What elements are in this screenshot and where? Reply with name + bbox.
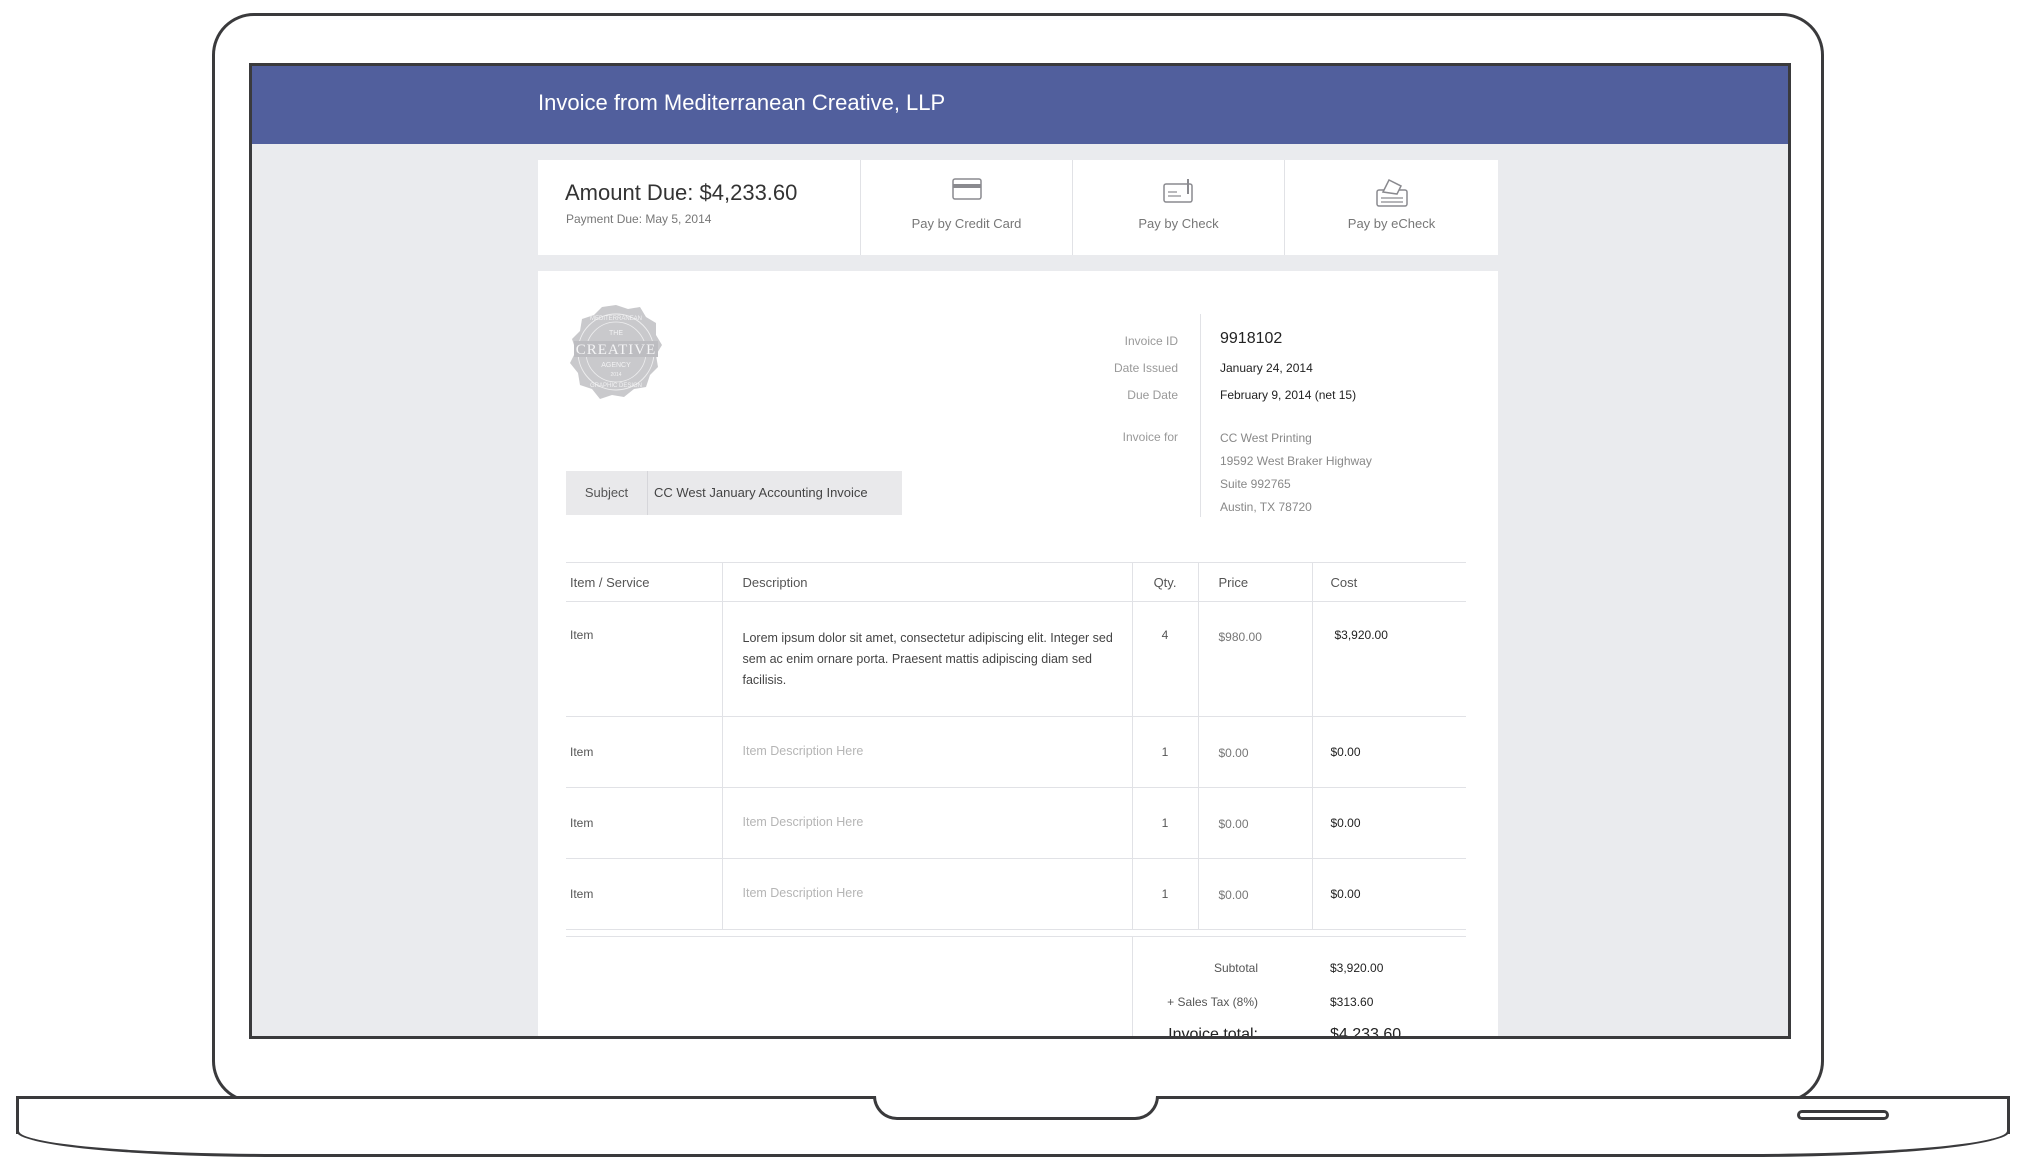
sales-tax-value: $313.60 <box>1330 995 1374 1009</box>
laptop-screen: Invoice from Mediterranean Creative, LLP… <box>249 63 1791 1039</box>
description-cell[interactable]: Item Description Here <box>721 716 1132 788</box>
description-cell[interactable]: Item Description Here <box>721 858 1132 930</box>
pay-credit-card-button[interactable]: Pay by Credit Card <box>861 160 1073 255</box>
description-cell[interactable]: Lorem ipsum dolor sit amet, consectetur … <box>721 601 1132 717</box>
cost-cell: $3,920.00 <box>1311 601 1466 717</box>
line-items-table: Item / Service Description Qty. Price Co… <box>566 562 1466 930</box>
check-icon <box>1162 178 1195 209</box>
cost-cell: $0.00 <box>1311 716 1466 788</box>
col-item-header: Item / Service <box>566 562 722 602</box>
item-cell[interactable]: Item <box>566 716 722 788</box>
cost-cell: $0.00 <box>1311 858 1466 930</box>
date-issued: January 24, 2014 <box>1220 361 1313 375</box>
due-date: February 9, 2014 (net 15) <box>1220 388 1357 402</box>
due-date-label: Due Date <box>1127 388 1178 402</box>
invoice-total-label: Invoice total: <box>1168 1026 1258 1039</box>
credit-card-icon <box>951 178 982 205</box>
pay-credit-card-label: Pay by Credit Card <box>911 216 1022 231</box>
subject-value: CC West January Accounting Invoice <box>654 485 868 500</box>
qty-cell[interactable]: 1 <box>1131 858 1198 930</box>
price-cell[interactable]: $980.00 <box>1197 601 1312 717</box>
logo-text-bottom: GRAPHIC DESIGN <box>590 383 642 389</box>
payment-due-date: Payment Due: May 5, 2014 <box>566 212 712 226</box>
client-street: 19592 West Braker Highway <box>1220 454 1372 468</box>
invoice-id: 9918102 <box>1220 330 1283 347</box>
logo-text-the: THE <box>609 330 623 337</box>
subject-label: Subject <box>566 471 648 515</box>
echeck-icon <box>1375 178 1409 213</box>
laptop-notch <box>873 1096 1159 1120</box>
price-cell[interactable]: $0.00 <box>1197 858 1312 930</box>
company-logo: MEDITERRANEAN THE CREATIVE AGENCY 2014 G… <box>568 303 664 408</box>
price-cell[interactable]: $0.00 <box>1197 787 1312 859</box>
logo-text-year: 2014 <box>610 372 621 378</box>
page-title: Invoice from Mediterranean Creative, LLP <box>538 90 946 115</box>
pay-check-button[interactable]: Pay by Check <box>1073 160 1285 255</box>
qty-cell[interactable]: 1 <box>1131 716 1198 788</box>
invoice-total-value: $4,233.60 <box>1330 1026 1402 1039</box>
table-row: Item Item Description Here 1 $0.00 $0.00 <box>566 716 1466 788</box>
qty-cell[interactable]: 4 <box>1131 601 1198 717</box>
amount-due-panel: Amount Due: $4,233.60 Payment Due: May 5… <box>538 160 861 255</box>
pay-echeck-button[interactable]: Pay by eCheck <box>1285 160 1498 255</box>
amount-due: Amount Due: $4,233.60 <box>565 180 798 205</box>
logo-text-creative: CREATIVE <box>576 342 657 358</box>
subtotal-value: $3,920.00 <box>1330 961 1384 975</box>
client-name: CC West Printing <box>1220 431 1312 445</box>
table-header-row: Item / Service Description Qty. Price Co… <box>566 562 1466 602</box>
table-row: Item Item Description Here 1 $0.00 $0.00 <box>566 858 1466 930</box>
date-issued-label: Date Issued <box>1113 361 1178 375</box>
payment-bar: Amount Due: $4,233.60 Payment Due: May 5… <box>538 160 1498 255</box>
description-cell[interactable]: Item Description Here <box>721 787 1132 859</box>
sales-tax-label: + Sales Tax (8%) <box>1167 995 1258 1009</box>
item-cell[interactable]: Item <box>566 858 722 930</box>
table-row: Item Lorem ipsum dolor sit amet, consect… <box>566 601 1466 717</box>
col-description-header: Description <box>721 562 1132 602</box>
logo-text-agency: AGENCY <box>601 362 631 369</box>
col-cost-header: Cost <box>1311 562 1466 602</box>
header-bar: Invoice from Mediterranean Creative, LLP <box>252 66 1788 144</box>
item-cell[interactable]: Item <box>566 787 722 859</box>
totals-separator <box>566 936 1466 937</box>
client-suite: Suite 992765 <box>1220 477 1291 491</box>
col-qty-header: Qty. <box>1131 562 1198 602</box>
qty-cell[interactable]: 1 <box>1131 787 1198 859</box>
client-city: Austin, TX 78720 <box>1220 500 1312 514</box>
invoice-card: MEDITERRANEAN THE CREATIVE AGENCY 2014 G… <box>538 271 1498 1039</box>
subtotal-label: Subtotal <box>1213 961 1258 975</box>
logo-text-top: MEDITERRANEAN <box>590 316 642 322</box>
table-row: Item Item Description Here 1 $0.00 $0.00 <box>566 787 1466 859</box>
cost-cell: $0.00 <box>1311 787 1466 859</box>
price-cell[interactable]: $0.00 <box>1197 716 1312 788</box>
col-price-header: Price <box>1197 562 1312 602</box>
invoice-id-label: Invoice ID <box>1124 334 1178 348</box>
meta-divider <box>1200 314 1201 517</box>
item-cell[interactable]: Item <box>566 601 722 717</box>
totals-divider <box>1132 937 1133 1036</box>
pay-echeck-label: Pay by eCheck <box>1347 216 1436 231</box>
pay-check-label: Pay by Check <box>1138 216 1219 231</box>
laptop-base-bottom <box>16 1131 2010 1157</box>
invoice-for-label: Invoice for <box>1122 430 1178 444</box>
subject-field[interactable]: Subject CC West January Accounting Invoi… <box>566 471 902 515</box>
laptop-port <box>1797 1110 1889 1120</box>
